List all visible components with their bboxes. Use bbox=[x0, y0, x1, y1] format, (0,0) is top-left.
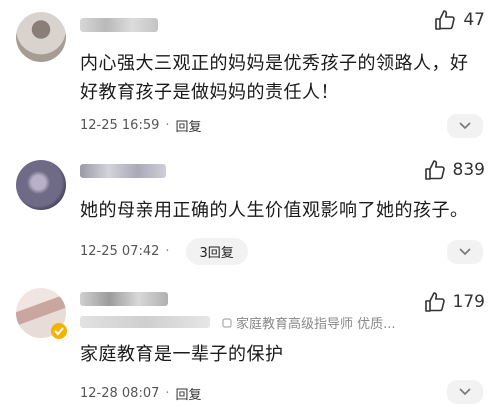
expand-button[interactable] bbox=[447, 114, 483, 138]
expand-button[interactable] bbox=[447, 240, 483, 264]
chevron-down-icon bbox=[459, 122, 471, 130]
like-button[interactable]: 839 bbox=[423, 158, 485, 182]
reply-count-button[interactable]: 3回复 bbox=[185, 238, 248, 265]
thumb-up-icon bbox=[424, 292, 445, 312]
chevron-down-icon bbox=[459, 248, 471, 256]
avatar[interactable] bbox=[16, 160, 66, 210]
user-subtitle bbox=[80, 316, 210, 328]
comment-time: 12-25 07:42 bbox=[80, 244, 160, 259]
comment-time: 12-28 08:07 bbox=[80, 386, 160, 401]
comment-meta: 12-25 16:59 · 回复 bbox=[80, 116, 202, 135]
thumb-up-icon bbox=[435, 10, 456, 30]
like-button[interactable]: 47 bbox=[433, 8, 485, 32]
tag-icon bbox=[222, 317, 232, 328]
comment-item: 家庭教育高级指导师 优质... 179 家庭教育是一辈子的保护 12-28 08… bbox=[0, 276, 499, 407]
thumb-up-icon bbox=[424, 160, 445, 180]
like-count: 839 bbox=[452, 160, 485, 180]
avatar[interactable] bbox=[16, 12, 66, 62]
username[interactable] bbox=[80, 292, 168, 306]
user-tag-text: 家庭教育高级指导师 优质... bbox=[236, 317, 396, 332]
comment-text: 内心强大三观正的妈妈是优秀孩子的领路人，好好教育孩子是做妈妈的责任人！ bbox=[80, 53, 469, 103]
reply-button[interactable]: 回复 bbox=[176, 384, 202, 403]
like-count: 47 bbox=[463, 10, 485, 30]
verified-badge-icon bbox=[51, 323, 67, 339]
comment-meta: 12-25 07:42 · 3回复 bbox=[80, 238, 248, 265]
meta-separator: · bbox=[165, 386, 170, 401]
username[interactable] bbox=[80, 164, 166, 178]
expand-button[interactable] bbox=[447, 380, 483, 404]
chevron-down-icon bbox=[459, 388, 471, 396]
username[interactable] bbox=[80, 18, 158, 32]
comment-item: 839 她的母亲用正确的人生价值观影响了她的孩子。 12-25 07:42 · … bbox=[0, 146, 499, 276]
comment-text: 她的母亲用正确的人生价值观影响了她的孩子。 bbox=[80, 200, 469, 221]
comment-meta: 12-28 08:07 · 回复 bbox=[80, 384, 202, 403]
comment-time: 12-25 16:59 bbox=[80, 118, 160, 133]
meta-separator: · bbox=[165, 244, 170, 259]
like-button[interactable]: 179 bbox=[423, 290, 485, 314]
comment-item: 47 内心强大三观正的妈妈是优秀孩子的领路人，好好教育孩子是做妈妈的责任人！ 1… bbox=[0, 0, 499, 146]
comment-text: 家庭教育是一辈子的保护 bbox=[80, 344, 284, 365]
like-count: 179 bbox=[452, 292, 485, 312]
user-tag: 家庭教育高级指导师 优质... bbox=[222, 313, 396, 332]
meta-separator: · bbox=[165, 118, 170, 133]
reply-button[interactable]: 回复 bbox=[176, 116, 202, 135]
